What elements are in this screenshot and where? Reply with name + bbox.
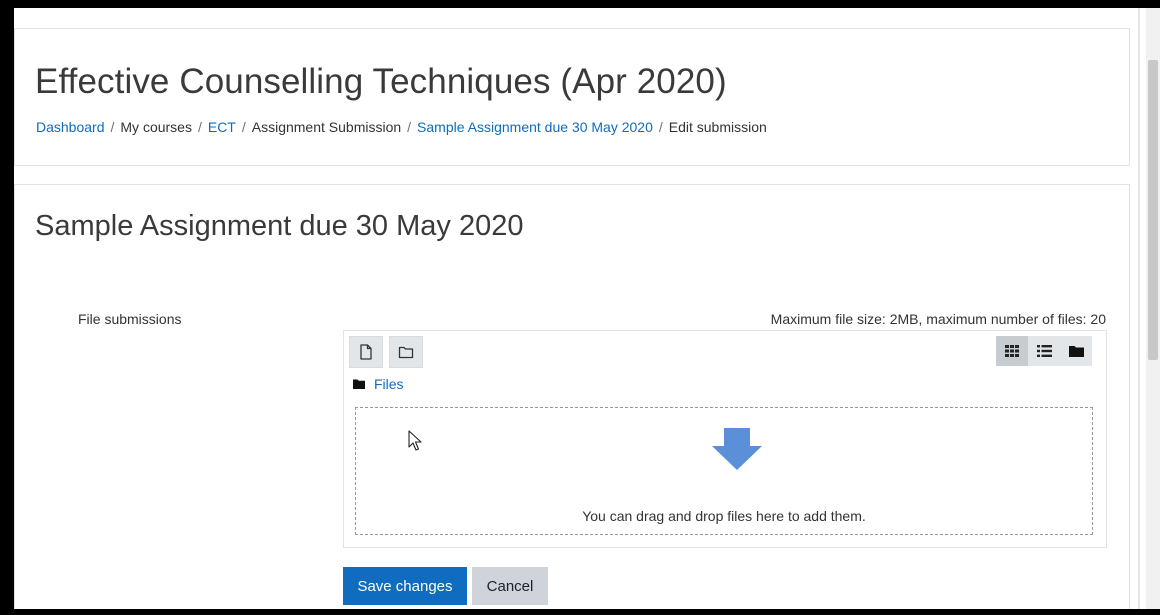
breadcrumb-separator: / bbox=[241, 119, 246, 135]
breadcrumb-item-assignment-submission: Assignment Submission bbox=[251, 119, 402, 135]
add-file-button[interactable] bbox=[349, 336, 383, 368]
drop-arrow-icon bbox=[712, 428, 762, 470]
tree-view-icon bbox=[1068, 346, 1084, 357]
breadcrumb-item-dashboard[interactable]: Dashboard bbox=[36, 119, 105, 135]
file-limits-text: Maximum file size: 2MB, maximum number o… bbox=[770, 311, 1106, 327]
file-submissions-label: File submissions bbox=[78, 311, 182, 327]
file-dropzone[interactable]: You can drag and drop files here to add … bbox=[355, 407, 1093, 535]
breadcrumb-item-ect[interactable]: ECT bbox=[208, 119, 236, 135]
breadcrumb-item-sample-assignment[interactable]: Sample Assignment due 30 May 2020 bbox=[417, 119, 653, 135]
create-folder-icon bbox=[398, 346, 414, 359]
grid-view-icon bbox=[1005, 345, 1019, 357]
scrollbar-thumb[interactable] bbox=[1148, 60, 1158, 360]
create-folder-button[interactable] bbox=[389, 336, 423, 368]
breadcrumb-separator: / bbox=[110, 119, 115, 135]
list-view-button[interactable] bbox=[1028, 336, 1060, 366]
folder-icon bbox=[353, 379, 365, 389]
breadcrumb: Dashboard / My courses / ECT / Assignment Subm… bbox=[36, 119, 767, 135]
course-title: Effective Counselling Techniques (Apr 20… bbox=[35, 62, 727, 101]
screen-border-bottom bbox=[0, 609, 1160, 615]
view-switcher bbox=[996, 336, 1092, 366]
file-path-bar: Files bbox=[353, 375, 404, 393]
breadcrumb-separator: / bbox=[197, 119, 202, 135]
save-changes-button[interactable]: Save changes bbox=[343, 567, 467, 605]
list-view-icon bbox=[1036, 345, 1052, 357]
add-file-icon bbox=[360, 344, 372, 360]
screen-border-left bbox=[0, 0, 14, 615]
breadcrumb-item-my-courses: My courses bbox=[120, 119, 192, 135]
cancel-button[interactable]: Cancel bbox=[472, 567, 548, 605]
tree-view-button[interactable] bbox=[1060, 336, 1092, 366]
path-link-files[interactable]: Files bbox=[374, 376, 404, 392]
page-edge-right bbox=[1138, 8, 1140, 609]
breadcrumb-separator: / bbox=[407, 119, 412, 135]
screen-border-top bbox=[0, 0, 1160, 8]
page-title: Sample Assignment due 30 May 2020 bbox=[35, 210, 524, 242]
breadcrumb-item-edit-submission: Edit submission bbox=[668, 119, 767, 135]
file-manager: Files You can drag and drop files here t… bbox=[343, 330, 1107, 548]
mouse-cursor-icon bbox=[408, 430, 422, 451]
grid-view-button[interactable] bbox=[996, 336, 1028, 366]
breadcrumb-separator: / bbox=[658, 119, 663, 135]
dropzone-text: You can drag and drop files here to add … bbox=[582, 508, 866, 524]
